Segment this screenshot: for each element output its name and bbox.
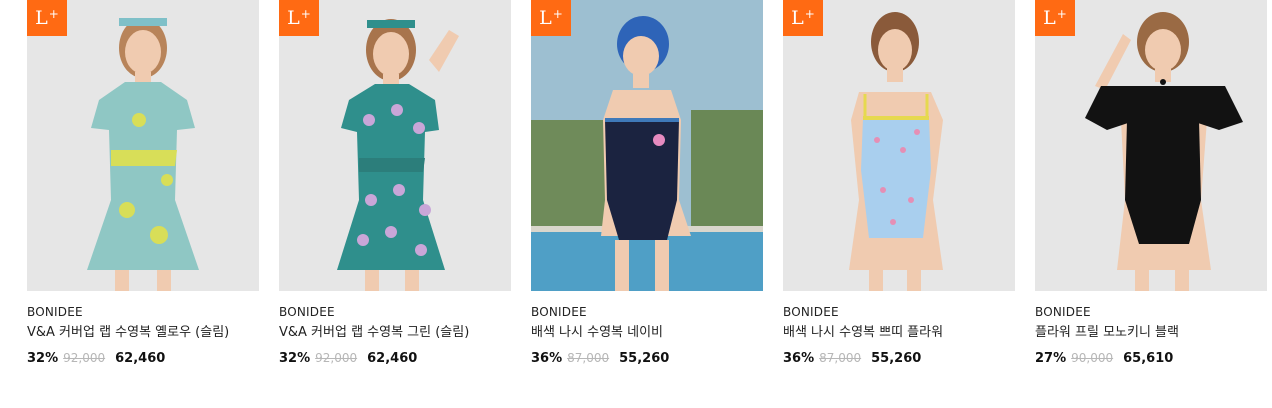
discount-rate: 27% xyxy=(1035,351,1067,366)
lotte-l-plus-badge: L+ xyxy=(783,0,823,36)
price-row: 32% 92,000 62,460 xyxy=(27,351,259,366)
product-brand[interactable]: BONIDEE xyxy=(27,305,259,319)
product-brand[interactable]: BONIDEE xyxy=(531,305,763,319)
sale-price: 62,460 xyxy=(367,351,418,366)
product-photo xyxy=(279,0,511,291)
original-price: 90,000 xyxy=(1071,351,1114,365)
lotte-l-plus-badge: L+ xyxy=(27,0,67,36)
product-brand[interactable]: BONIDEE xyxy=(783,305,1015,319)
product-brand[interactable]: BONIDEE xyxy=(1035,305,1267,319)
sale-price: 55,260 xyxy=(871,351,922,366)
product-brand[interactable]: BONIDEE xyxy=(279,305,511,319)
product-name[interactable]: V&A 커버업 랩 수영복 옐로우 (슬림) xyxy=(27,324,237,342)
product-image[interactable]: L+ xyxy=(27,0,259,291)
product-name[interactable]: 플라워 프릴 모노키니 블랙 xyxy=(1035,324,1245,342)
discount-rate: 36% xyxy=(783,351,815,366)
lotte-l-plus-badge: L+ xyxy=(531,0,571,36)
product-image[interactable]: L+ xyxy=(279,0,511,291)
lotte-l-plus-badge: L+ xyxy=(1035,0,1075,36)
price-row: 32% 92,000 62,460 xyxy=(279,351,511,366)
product-grid: L+ BONIDEE V&A 커버업 랩 수영복 옐로우 (슬림) 32% 92… xyxy=(27,0,1267,366)
product-card[interactable]: L+ BONIDEE V&A 커버업 랩 수영복 그린 (슬림) 32% 92,… xyxy=(279,0,511,366)
product-image[interactable]: L+ xyxy=(783,0,1015,291)
product-card[interactable]: L+ BONIDEE 배색 나시 수영복 네이비 36% 87,000 55,2… xyxy=(531,0,763,366)
product-name[interactable]: 배색 나시 수영복 네이비 xyxy=(531,324,741,342)
discount-rate: 36% xyxy=(531,351,563,366)
original-price: 87,000 xyxy=(819,351,862,365)
product-card[interactable]: L+ BONIDEE 배색 나시 수영복 쁘띠 플라워 36% 87,000 5… xyxy=(783,0,1015,366)
product-image[interactable]: L+ xyxy=(1035,0,1267,291)
discount-rate: 32% xyxy=(279,351,311,366)
product-photo xyxy=(27,0,259,291)
product-card[interactable]: L+ BONIDEE V&A 커버업 랩 수영복 옐로우 (슬림) 32% 92… xyxy=(27,0,259,366)
original-price: 87,000 xyxy=(567,351,610,365)
discount-rate: 32% xyxy=(27,351,59,366)
product-photo xyxy=(783,0,1015,291)
original-price: 92,000 xyxy=(315,351,358,365)
price-row: 36% 87,000 55,260 xyxy=(531,351,763,366)
sale-price: 65,610 xyxy=(1123,351,1174,366)
product-card[interactable]: L+ BONIDEE 플라워 프릴 모노키니 블랙 27% 90,000 65,… xyxy=(1035,0,1267,366)
price-row: 27% 90,000 65,610 xyxy=(1035,351,1267,366)
product-image[interactable]: L+ xyxy=(531,0,763,291)
product-photo xyxy=(531,0,763,291)
price-row: 36% 87,000 55,260 xyxy=(783,351,1015,366)
sale-price: 55,260 xyxy=(619,351,670,366)
product-photo xyxy=(1035,0,1267,291)
original-price: 92,000 xyxy=(63,351,106,365)
lotte-l-plus-badge: L+ xyxy=(279,0,319,36)
sale-price: 62,460 xyxy=(115,351,166,366)
product-name[interactable]: V&A 커버업 랩 수영복 그린 (슬림) xyxy=(279,324,489,342)
product-name[interactable]: 배색 나시 수영복 쁘띠 플라워 xyxy=(783,324,993,342)
